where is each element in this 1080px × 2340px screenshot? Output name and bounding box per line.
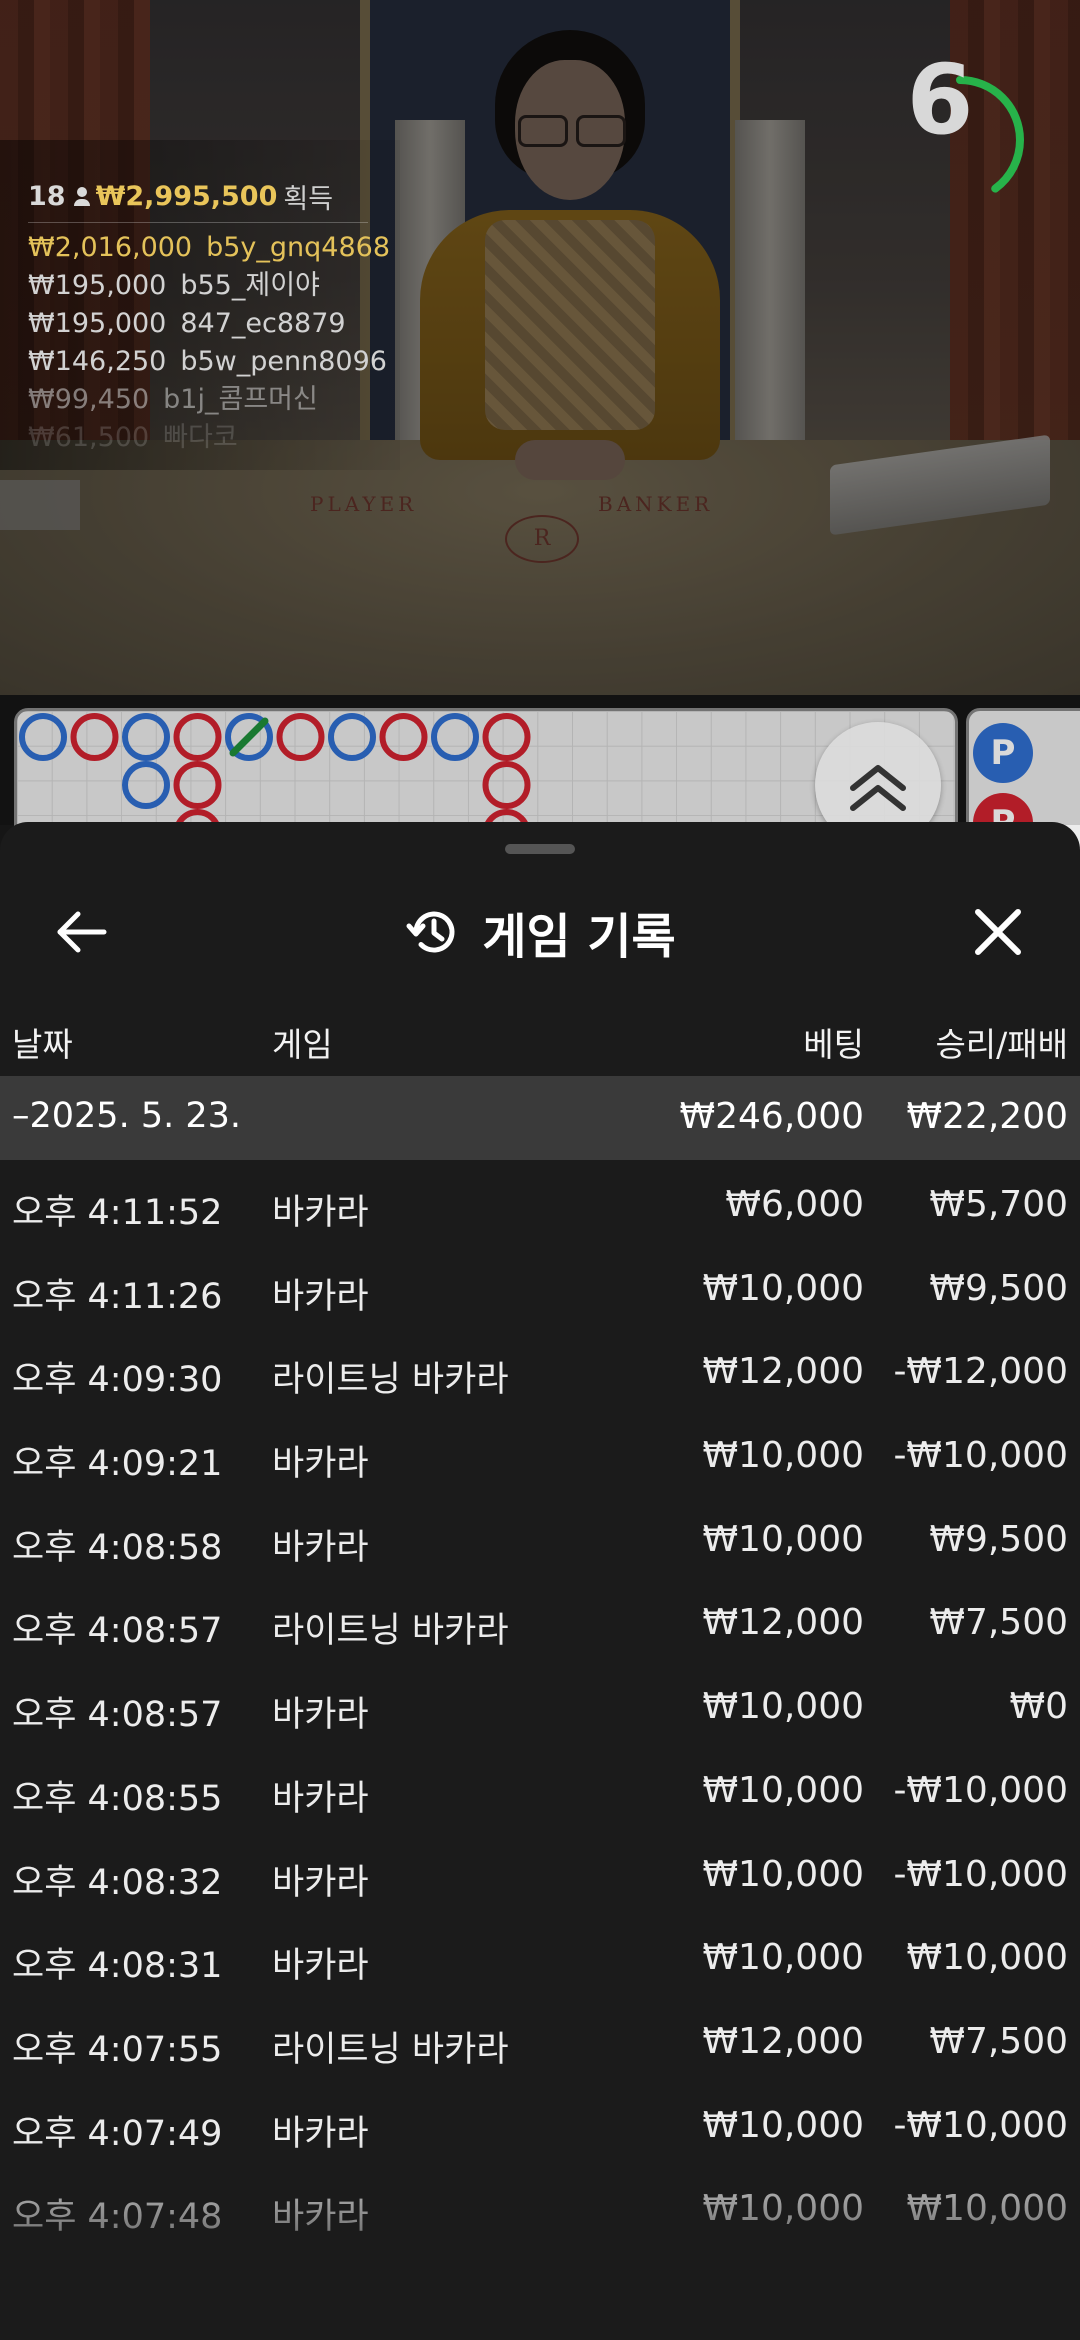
row-time: 오후 4:07:49: [12, 2113, 223, 2154]
row-time: 오후 4:09:30: [12, 1360, 223, 1401]
row-bet: ₩10,000: [702, 1267, 864, 1309]
row-win-loss: -₩12,000: [893, 1351, 1068, 1393]
row-game: 바카라: [272, 1527, 369, 1568]
row-time: 오후 4:07:48: [12, 2197, 223, 2238]
sheet-title: 게임 기록: [482, 909, 676, 965]
table-row[interactable]: 오후 4:08:57 바카라 ₩10,000 ₩0: [0, 1662, 1080, 1746]
winner-row: ₩195,000 847_ec8879: [28, 308, 346, 339]
row-bet: ₩10,000: [702, 1769, 864, 1811]
winners-header: 18 ₩2,995,500 획득: [28, 176, 400, 216]
winner-row: ₩2,016,000 b5y_gnq4868: [28, 232, 391, 263]
history-icon: [406, 911, 455, 953]
row-win-loss: ₩7,500: [929, 2020, 1068, 2062]
table-header: 날짜 게임 베팅 승리/패배: [0, 1000, 1080, 1076]
row-game: 바카라: [272, 2113, 369, 2154]
table-row[interactable]: 오후 4:08:55 바카라 ₩10,000 -₩10,000: [0, 1746, 1080, 1830]
table-row[interactable]: 오후 4:11:26 바카라 ₩10,000 ₩9,500: [0, 1244, 1080, 1328]
row-win-loss: ₩10,000: [906, 2188, 1068, 2230]
col-game: 게임: [272, 1025, 333, 1064]
row-time: 오후 4:11:26: [12, 1276, 223, 1317]
row-bet: ₩10,000: [702, 1686, 864, 1728]
table-row[interactable]: 오후 4:07:48 바카라 ₩10,000 ₩10,000: [0, 2164, 1080, 2248]
row-win-loss: -₩10,000: [893, 2104, 1068, 2146]
row-bet: ₩10,000: [702, 1853, 864, 1895]
row-win-loss: -₩10,000: [893, 1853, 1068, 1895]
row-time: 오후 4:08:57: [12, 1695, 223, 1736]
row-win-loss: ₩10,000: [906, 1937, 1068, 1979]
sheet-header: 게임 기록: [0, 862, 1080, 1002]
group-date: –2025. 5. 23.: [12, 1096, 242, 1136]
group-bet-total: ₩246,000: [679, 1096, 864, 1137]
winners-total-label: 획득: [283, 183, 334, 215]
row-game: 바카라: [272, 1276, 369, 1317]
row-win-loss: ₩9,500: [929, 1518, 1068, 1560]
table-row[interactable]: 오후 4:09:30 라이트닝 바카라 ₩12,000 -₩12,000: [0, 1327, 1080, 1411]
table-row[interactable]: 오후 4:07:55 라이트닝 바카라 ₩12,000 ₩7,500: [0, 1997, 1080, 2081]
row-game: 바카라: [272, 1778, 369, 1819]
back-button[interactable]: [50, 900, 114, 964]
row-bet: ₩10,000: [702, 1435, 864, 1477]
group-win-loss-total: ₩22,200: [906, 1096, 1068, 1137]
row-win-loss: ₩5,700: [929, 1184, 1068, 1225]
table-row[interactable]: 오후 4:08:57 라이트닝 바카라 ₩12,000 ₩7,500: [0, 1578, 1080, 1662]
table-row[interactable]: 오후 4:07:49 바카라 ₩10,000 -₩10,000: [0, 2081, 1080, 2165]
close-button[interactable]: [966, 900, 1030, 964]
row-game: 바카라: [272, 2197, 369, 2238]
date-group-row[interactable]: –2025. 5. 23. ₩246,000 ₩22,200: [0, 1076, 1080, 1160]
row-time: 오후 4:08:58: [12, 1527, 223, 1568]
table-row[interactable]: 오후 4:11:52 바카라 ₩6,000 ₩5,700: [0, 1160, 1080, 1244]
winner-count: 18: [28, 180, 66, 212]
winners-panel: 18 ₩2,995,500 획득 ₩2,016,000 b5y_gnq4868 ₩…: [0, 140, 400, 470]
table-row[interactable]: 오후 4:09:21 바카라 ₩10,000 -₩10,000: [0, 1411, 1080, 1495]
row-time: 오후 4:09:21: [12, 1444, 223, 1485]
row-win-loss: ₩0: [1009, 1686, 1069, 1728]
row-game: 라이트닝 바카라: [272, 1360, 509, 1401]
row-win-loss: -₩10,000: [893, 1435, 1068, 1477]
arrow-left-icon: [57, 911, 107, 953]
row-game: 바카라: [272, 1695, 369, 1736]
table-row[interactable]: 오후 4:08:58 바카라 ₩10,000 ₩9,500: [0, 1495, 1080, 1579]
row-time: 오후 4:11:52: [12, 1193, 223, 1233]
user-icon: [73, 185, 90, 207]
sheet-drag-handle[interactable]: [505, 844, 575, 854]
row-game: 바카라: [272, 1946, 369, 1987]
row-game: 라이트닝 바카라: [272, 1611, 509, 1652]
col-date: 날짜: [12, 1025, 73, 1064]
row-bet: ₩10,000: [702, 2188, 864, 2230]
row-game: 바카라: [272, 1862, 369, 1903]
table-row[interactable]: 오후 4:08:32 바카라 ₩10,000 -₩10,000: [0, 1830, 1080, 1914]
row-win-loss: -₩10,000: [893, 1769, 1068, 1811]
close-icon: [975, 909, 1021, 955]
countdown-timer: 6: [880, 40, 1040, 204]
col-win-loss: 승리/패배: [935, 1025, 1068, 1064]
row-bet: ₩12,000: [702, 2020, 864, 2062]
row-bet: ₩10,000: [702, 1937, 864, 1979]
row-time: 오후 4:08:57: [12, 1611, 223, 1652]
row-time: 오후 4:08:55: [12, 1778, 223, 1819]
col-bet: 베팅: [803, 1025, 864, 1064]
row-bet: ₩10,000: [702, 1518, 864, 1560]
row-win-loss: ₩9,500: [929, 1267, 1068, 1309]
row-bet: ₩12,000: [702, 1351, 864, 1393]
row-bet: ₩6,000: [725, 1184, 864, 1225]
row-time: 오후 4:08:31: [12, 1946, 223, 1987]
table-row[interactable]: 오후 4:08:31 바카라 ₩10,000 ₩10,000: [0, 1913, 1080, 1997]
winner-row: ₩146,250 b5w_penn8096: [28, 346, 387, 377]
timer-value: 6: [906, 44, 974, 156]
winner-row: ₩195,000 b55_제이야: [28, 270, 320, 301]
winner-row: ₩99,450 b1j_콤프머신: [28, 384, 318, 415]
live-video: PLAYER BANKER R 18 ₩2,995,500 획득 ₩2,016,…: [0, 0, 1080, 695]
row-time: 오후 4:07:55: [12, 2029, 223, 2070]
row-win-loss: ₩7,500: [929, 1602, 1068, 1644]
row-bet: ₩12,000: [702, 1602, 864, 1644]
game-history-sheet: 게임 기록 날짜 게임 베팅 승리/패배 –2025. 5. 23. ₩246,…: [0, 822, 1080, 2340]
winners-total: ₩2,995,500: [95, 180, 278, 212]
row-game: 바카라: [272, 1193, 369, 1233]
row-bet: ₩10,000: [702, 2104, 864, 2146]
row-game: 바카라: [272, 1444, 369, 1485]
row-time: 오후 4:08:32: [12, 1862, 223, 1903]
winner-row: ₩61,500 빠다코: [28, 422, 238, 453]
history-list: 오후 4:11:52 바카라 ₩6,000 ₩5,700 오후 4:11:26 바카라 ₩1…: [0, 1160, 1080, 2248]
row-game: 라이트닝 바카라: [272, 2029, 509, 2070]
